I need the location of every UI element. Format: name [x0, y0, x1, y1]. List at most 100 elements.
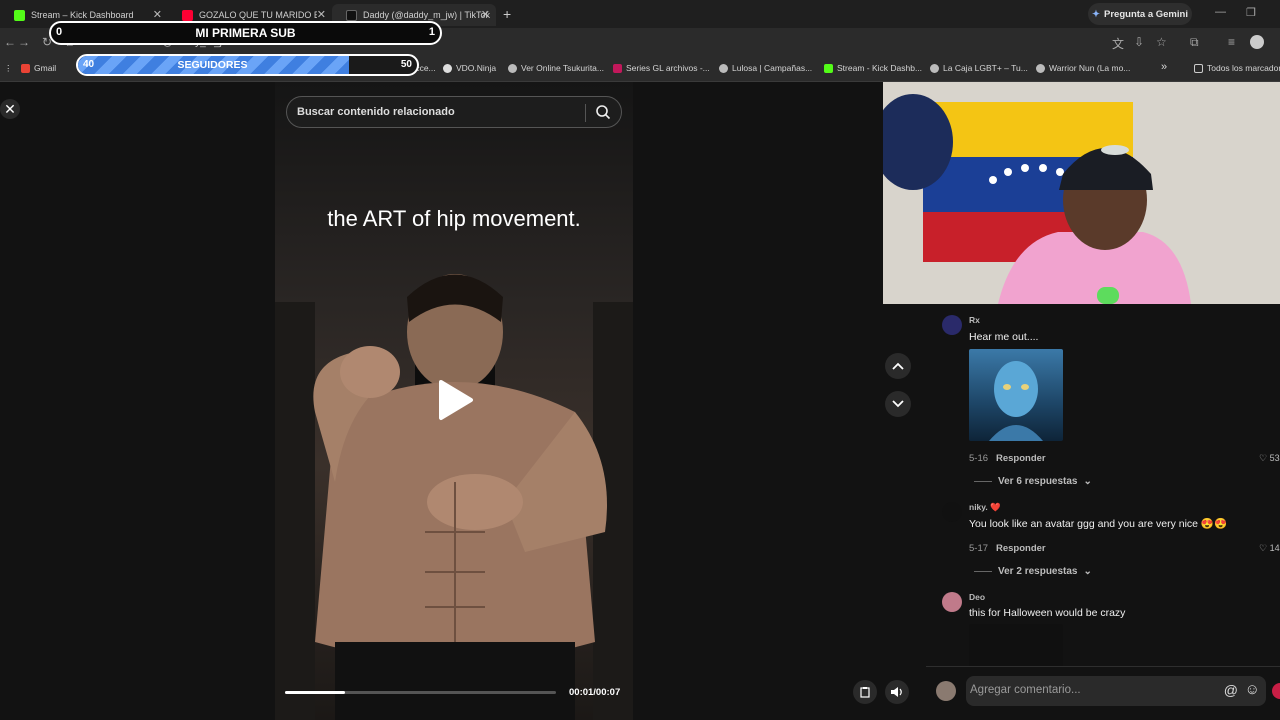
bookmark-star-icon[interactable]: ☆	[1156, 35, 1167, 49]
gmail-icon	[21, 63, 30, 73]
globe-icon	[508, 63, 517, 73]
divider-line	[974, 571, 992, 572]
restore-icon[interactable]: ❐	[1246, 6, 1256, 19]
comments-list: Rx Hear me out.... 5-16 Responder ♡ 53 V…	[926, 304, 1280, 666]
next-video-button[interactable]	[885, 391, 911, 417]
install-app-icon[interactable]: ⇩	[1134, 35, 1144, 49]
search-input[interactable]: Buscar contenido relacionado	[297, 106, 455, 118]
back-icon[interactable]: ←	[4, 35, 16, 49]
like-count-value: 53	[1269, 453, 1280, 463]
chevron-down-icon: ⌄	[1083, 476, 1092, 487]
folder-icon	[1194, 63, 1203, 73]
forward-icon[interactable]: →	[18, 35, 30, 49]
like-count[interactable]: ♡ 53	[1259, 453, 1280, 464]
divider-line	[974, 481, 992, 482]
kick-icon	[824, 63, 833, 73]
speaker-icon	[891, 687, 902, 697]
bookmark-lulosa[interactable]: Lulosa | Campañas...	[719, 63, 812, 73]
media-controls-icon[interactable]: ≡	[1228, 35, 1235, 49]
video-progress-fill	[285, 691, 345, 694]
close-video-button[interactable]: ✕	[0, 99, 20, 119]
close-tab-icon[interactable]: ✕	[153, 8, 162, 21]
comment-username[interactable]: Rx	[969, 315, 980, 325]
minimize-icon[interactable]: —	[1215, 6, 1226, 18]
profile-avatar[interactable]	[1250, 35, 1264, 49]
series-gl-icon	[613, 63, 622, 73]
reply-button[interactable]: Responder	[996, 453, 1046, 464]
mention-icon[interactable]: @	[1224, 682, 1238, 698]
bookmark-kick-dashboard[interactable]: Stream - Kick Dashb...	[824, 63, 922, 73]
comment-date: 5-16	[969, 453, 989, 464]
tab-title: GOZALO QUE TU MARIDO ESTÁ	[199, 10, 317, 20]
globe-icon	[930, 63, 939, 73]
plus-icon[interactable]: +	[503, 6, 511, 22]
bookmark-tsukurita[interactable]: Ver Online Tsukurita...	[508, 63, 604, 73]
comment-image	[989, 361, 1043, 441]
comment-input[interactable]: Agregar comentario... @ ☺	[966, 676, 1266, 706]
all-bookmarks-folder[interactable]: Todos los marcadores	[1194, 63, 1280, 73]
follower-goal-title: SEGUIDORES	[177, 59, 248, 71]
avatar[interactable]	[942, 315, 962, 335]
close-icon: ✕	[4, 100, 16, 117]
comment-input-placeholder: Agregar comentario...	[970, 684, 1081, 696]
gemini-button[interactable]: ✦ Pregunta a Gemini	[1088, 3, 1192, 25]
play-icon[interactable]	[435, 378, 475, 422]
emoji-icon[interactable]: ☺	[1245, 681, 1260, 698]
previous-video-button[interactable]	[885, 353, 911, 379]
bookmarks-overflow-button[interactable]: »	[1161, 61, 1167, 73]
avatar[interactable]	[942, 592, 962, 612]
bookmark-la-caja[interactable]: La Caja LGBT+ – Tu...	[930, 63, 1028, 73]
like-count[interactable]: ♡ 14	[1259, 543, 1280, 554]
like-count-value: 14	[1269, 543, 1280, 553]
chevron-down-icon	[892, 400, 904, 408]
gemini-label: Pregunta a Gemini	[1104, 8, 1188, 20]
comment-username[interactable]: niky. ❤️	[969, 502, 1001, 513]
extensions-icon[interactable]: ⧉	[1190, 35, 1199, 50]
comment-composer: Agregar comentario... @ ☺	[926, 666, 1280, 720]
avatar	[936, 681, 956, 701]
close-tab-icon[interactable]: ✕	[317, 8, 326, 21]
bookmark-label: Series GL archivos -...	[626, 63, 710, 73]
webcam-image	[883, 82, 1280, 304]
youtube-favicon-icon	[182, 9, 193, 21]
avatar[interactable]	[942, 502, 962, 522]
captions-button[interactable]	[853, 680, 877, 704]
view-replies-button[interactable]: Ver 2 respuestas ⌄	[974, 566, 1092, 577]
post-comment-button[interactable]	[1272, 683, 1280, 699]
video-timecode: 00:01/00:07	[569, 687, 621, 698]
comment-date: 5-17	[969, 543, 989, 554]
video-progress-bar[interactable]	[285, 691, 556, 694]
video-player[interactable]: Buscar contenido relacionado the ART of …	[275, 82, 633, 720]
view-replies-button[interactable]: Ver 6 respuestas ⌄	[974, 476, 1092, 487]
globe-icon	[719, 63, 728, 73]
related-search-bar[interactable]: Buscar contenido relacionado	[286, 96, 622, 128]
comment-image[interactable]	[969, 624, 1063, 666]
reply-button[interactable]: Responder	[996, 543, 1046, 554]
follower-goal-overlay: 40 SEGUIDORES 50	[76, 54, 419, 76]
chevron-down-icon: ⌄	[1083, 566, 1092, 577]
kick-favicon-icon	[14, 9, 25, 21]
video-caption: the ART of hip movement.	[327, 206, 581, 231]
comment-image-avatar-character[interactable]	[969, 349, 1063, 441]
streamer-webcam	[883, 82, 1280, 304]
search-icon[interactable]	[595, 104, 611, 120]
tiktok-favicon-icon	[346, 9, 357, 21]
bookmark-warrior-nun[interactable]: Warrior Nun (La mo...	[1036, 63, 1130, 73]
apps-icon[interactable]: ⋮	[4, 63, 13, 74]
chevron-up-icon	[892, 362, 904, 370]
translate-icon[interactable]: 文	[1112, 35, 1124, 52]
bookmark-label: Todos los marcadores	[1207, 63, 1280, 73]
tiktok-video-page: ✕ Buscar contenido relacionado the ART o…	[0, 82, 1280, 720]
sub-goal-title: MI PRIMERA SUB	[195, 26, 296, 40]
sub-goal-max: 1	[428, 26, 435, 38]
comment-text: Hear me out....	[969, 331, 1039, 343]
comment-text: You look like an avatar ggg and you are …	[969, 518, 1228, 530]
bookmark-series-gl[interactable]: Series GL archivos -...	[613, 63, 710, 73]
bookmark-gmail[interactable]: Gmail	[21, 63, 56, 73]
bookmark-vdo-ninja[interactable]: VDO.Ninja	[443, 63, 496, 73]
comment-username[interactable]: Deo	[969, 592, 985, 602]
close-tab-icon[interactable]: ✕	[481, 8, 490, 21]
sub-goal-overlay: 0 MI PRIMERA SUB 1	[49, 21, 442, 45]
volume-button[interactable]	[885, 680, 909, 704]
view-replies-label: Ver 2 respuestas	[998, 566, 1078, 577]
